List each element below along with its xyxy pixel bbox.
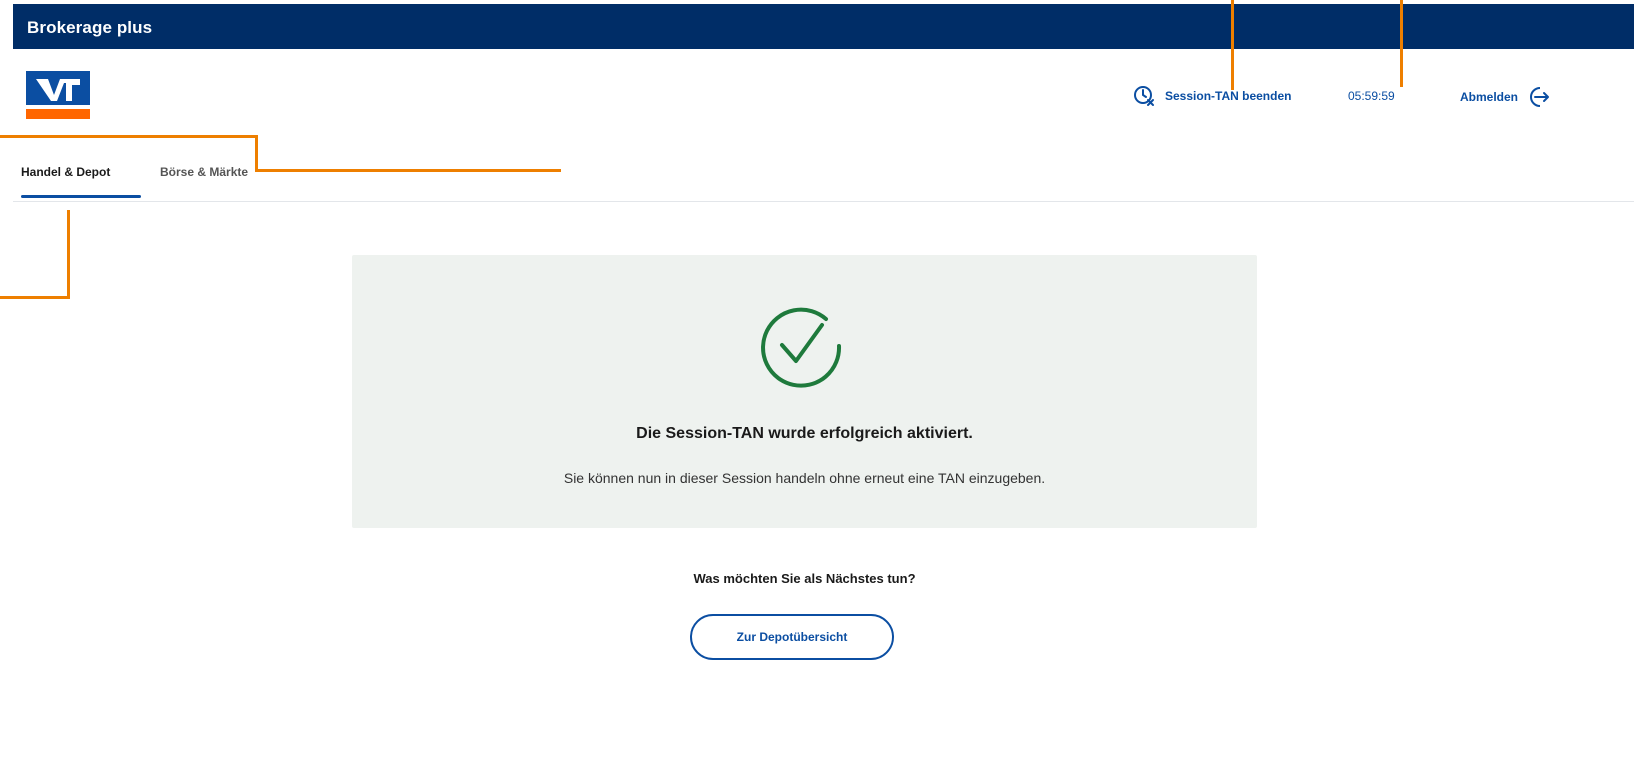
session-timer-icon [1134,86,1154,106]
annotation-line-session-end [1231,0,1234,90]
app-bar: Brokerage plus [13,4,1634,49]
header: Session-TAN beenden 05:59:59 Abmelden [13,49,1634,139]
next-step-question: Was möchten Sie als Nächstes tun? [693,571,916,586]
session-end-link[interactable]: Session-TAN beenden [1133,85,1291,107]
left-strip [0,0,13,764]
annotation-line-tabs-top [0,135,258,138]
annotation-line-timer [1400,0,1403,87]
page: Brokerage plus Session-TAN beenden 05:59… [13,0,1634,764]
logo-icon[interactable] [26,71,90,119]
tab-boerse-maerkte[interactable]: Börse & Märkte [160,165,248,179]
tab-handel-depot[interactable]: Handel & Depot [21,165,110,179]
annotation-line-tabs-vertical [255,135,258,171]
logout-label: Abmelden [1460,90,1519,104]
annotation-line-active-tab [67,210,70,299]
annotation-line-active-tab-left [0,296,70,299]
annotation-line-tabs-right [255,169,561,172]
success-panel: Die Session-TAN wurde erfolgreich aktivi… [352,255,1257,528]
depot-overview-button[interactable]: Zur Depotübersicht [690,614,894,660]
active-tab-indicator [21,195,141,198]
logout-icon [1530,87,1550,107]
session-timer: 05:59:59 [1348,89,1395,103]
session-end-label: Session-TAN beenden [1165,89,1292,103]
success-title: Die Session-TAN wurde erfolgreich aktivi… [636,425,973,442]
logout-link[interactable]: Abmelden [1460,85,1550,109]
app-title: Brokerage plus [27,18,153,37]
success-subtitle: Sie können nun in dieser Session handeln… [563,470,1046,486]
success-check-icon [761,307,842,388]
